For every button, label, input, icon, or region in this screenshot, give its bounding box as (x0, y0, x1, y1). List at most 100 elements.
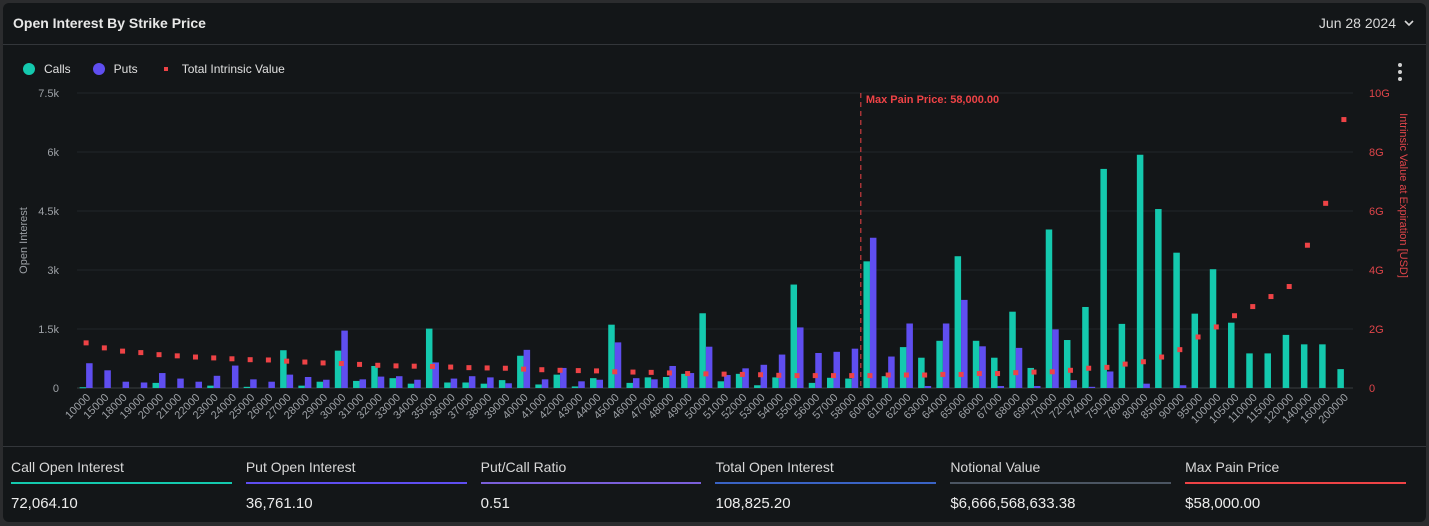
calls-bar (353, 380, 360, 388)
intrinsic-value-point (1268, 294, 1274, 300)
stat-value: 72,064.10 (11, 495, 78, 512)
calls-bar (954, 256, 962, 388)
calls-bar (425, 328, 433, 388)
puts-bar (541, 379, 549, 388)
calls-bar (662, 376, 670, 388)
calls-bar (608, 324, 615, 388)
intrinsic-value-point (429, 363, 435, 369)
intrinsic-value-point (830, 373, 836, 379)
puts-bar (122, 381, 130, 388)
calls-bar (1228, 322, 1235, 388)
puts-bar (778, 354, 786, 388)
intrinsic-value-point (101, 345, 107, 351)
intrinsic-value-point (557, 367, 563, 373)
intrinsic-value-point (1104, 364, 1110, 370)
intrinsic-value-point (630, 369, 636, 375)
stat-label: Max Pain Price (1185, 459, 1280, 475)
y-tick-label: 0 (53, 383, 59, 395)
stat-label: Total Open Interest (715, 459, 834, 475)
puts-bar (104, 370, 111, 388)
puts-bar (250, 379, 257, 388)
puts-bar (651, 379, 658, 388)
stat-value: 108,825.20 (715, 495, 791, 512)
intrinsic-value-point (1323, 200, 1329, 206)
intrinsic-value-point (575, 368, 581, 374)
intrinsic-value-point (83, 340, 89, 346)
calls-bar (590, 378, 597, 388)
puts-bar (213, 375, 221, 388)
intrinsic-value-point (995, 371, 1001, 377)
calls-bar (790, 284, 798, 388)
puts-bar (177, 378, 184, 388)
calls-bar (772, 377, 779, 388)
puts-bar (705, 346, 713, 388)
intrinsic-value-point (1122, 361, 1128, 367)
puts-bar (159, 373, 166, 388)
calls-bar (699, 313, 706, 388)
intrinsic-value-point (338, 361, 344, 367)
puts-bar (377, 376, 385, 388)
intrinsic-value-point (502, 365, 508, 371)
stat-total-open-interest: Total Open Interest 108,825.20 (715, 447, 946, 522)
puts-bar (231, 365, 239, 388)
intrinsic-value-point (1213, 324, 1219, 330)
intrinsic-value-point (812, 373, 818, 379)
intrinsic-value-point (211, 355, 217, 361)
calls-bar (280, 350, 287, 388)
calls-bar (1173, 252, 1180, 388)
intrinsic-value-point (393, 363, 399, 369)
puts-bar (614, 342, 622, 388)
y-tick-label: 4.5k (38, 206, 59, 218)
intrinsic-value-point (1086, 365, 1092, 371)
calls-bar (517, 355, 524, 388)
intrinsic-value-point (411, 363, 417, 369)
puts-bar (906, 323, 913, 388)
calls-bar (626, 382, 633, 388)
intrinsic-value-point (284, 358, 290, 364)
puts-bar (414, 379, 421, 388)
puts-bar (833, 351, 840, 388)
y-tick-label: 3k (47, 265, 59, 277)
puts-bar (851, 348, 859, 388)
calls-bar (863, 261, 870, 388)
intrinsic-value-point (138, 350, 144, 356)
intrinsic-value-point (1159, 354, 1165, 360)
calls-bar (899, 347, 907, 388)
stat-value: 0.51 (480, 495, 510, 512)
stat-max-pain-price: Max Pain Price $58,000.00 (1185, 447, 1416, 522)
puts-bar (1106, 371, 1114, 388)
calls-bar (1155, 209, 1162, 388)
calls-bar (480, 383, 488, 388)
intrinsic-value-point (958, 371, 964, 377)
puts-bar (304, 376, 312, 388)
intrinsic-value-point (594, 368, 600, 374)
calls-bar (1136, 154, 1144, 388)
calls-bar (717, 381, 725, 388)
intrinsic-value-point (903, 372, 909, 378)
intrinsic-value-point (758, 372, 764, 378)
puts-bar (268, 381, 275, 388)
stat-put-open-interest: Put Open Interest 36,761.10 (245, 447, 477, 522)
intrinsic-value-point (648, 369, 654, 375)
intrinsic-value-point (357, 361, 363, 367)
calls-bar (152, 382, 160, 388)
stat-label: Put/Call Ratio (480, 459, 567, 475)
puts-bar (997, 386, 1005, 388)
stat-label: Notional Value (950, 459, 1041, 475)
puts-bar (869, 237, 877, 388)
intrinsic-value-point (302, 359, 308, 365)
calls-bar (1100, 168, 1107, 388)
y-tick-label: 1.5k (38, 324, 59, 336)
stat-value: 36,761.10 (245, 495, 313, 512)
intrinsic-value-point (849, 373, 855, 379)
puts-bar (1034, 386, 1041, 388)
puts-bar (1015, 347, 1023, 388)
puts-bar (1070, 380, 1077, 388)
calls-bar (1246, 353, 1253, 388)
intrinsic-value-point (1049, 369, 1055, 375)
intrinsic-value-point (448, 364, 454, 370)
calls-bar (1300, 344, 1308, 388)
stat-notional-value: Notional Value $6,666,568,633.38 (950, 447, 1181, 522)
calls-bar (243, 386, 251, 388)
intrinsic-value-point (521, 366, 527, 372)
